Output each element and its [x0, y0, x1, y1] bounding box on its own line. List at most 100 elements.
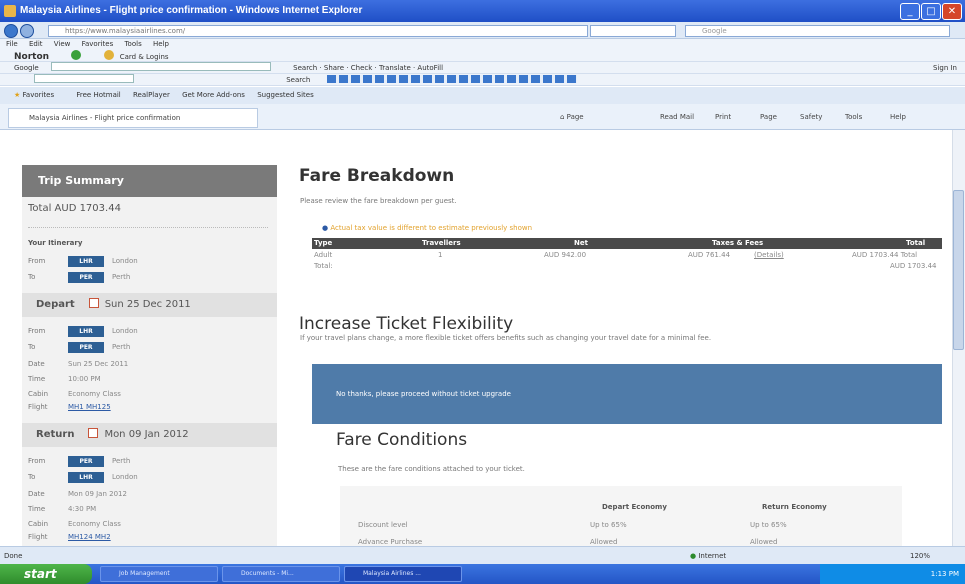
- favorites-star-icon: ★: [14, 91, 21, 99]
- return-to-city: London: [112, 473, 138, 481]
- scrollbar-thumb[interactable]: [953, 190, 964, 350]
- norton-label[interactable]: Norton: [14, 52, 49, 62]
- condition-label: Discount level: [358, 521, 408, 529]
- divider: [28, 227, 268, 228]
- google-label[interactable]: Google: [14, 64, 39, 72]
- flexibility-text: If your travel plans change, a more flex…: [300, 334, 712, 342]
- zoom-level[interactable]: 120%: [910, 547, 930, 565]
- return-title: Return: [36, 429, 75, 440]
- depart-date: Sun 25 Dec 2011: [104, 299, 191, 310]
- cmd-safety[interactable]: Safety: [800, 110, 822, 124]
- return-flight-link[interactable]: MH124 MH2: [68, 533, 111, 541]
- taskbar-malaysia-airlines[interactable]: Malaysia Airlines ...: [344, 566, 462, 582]
- return-flight-label: Flight: [28, 533, 48, 541]
- depart-cabin-value: Economy Class: [68, 390, 121, 398]
- identity-safe-icon: [103, 50, 114, 60]
- taskbar-documents[interactable]: Documents - Mi...: [222, 566, 340, 582]
- toolbar-search-field[interactable]: [34, 74, 134, 83]
- fav-suggested[interactable]: Suggested Sites: [257, 91, 314, 99]
- close-button[interactable]: ✕: [942, 3, 962, 20]
- trip-total: Total AUD 1703.44: [28, 203, 121, 214]
- return-date: Mon 09 Jan 2012: [104, 429, 189, 440]
- return-from-code: PER: [68, 456, 104, 467]
- minimize-button[interactable]: _: [900, 3, 920, 20]
- fav-realplayer[interactable]: RealPlayer: [133, 91, 170, 99]
- fare-breakdown-title: Fare Breakdown: [299, 166, 455, 186]
- tab-malaysia-airlines[interactable]: Malaysia Airlines - Flight price confirm…: [8, 108, 258, 128]
- address-tools[interactable]: [590, 25, 676, 37]
- depart-from-code: LHR: [68, 326, 104, 337]
- return-from-label: From: [28, 457, 46, 465]
- taskbar-job-management[interactable]: Job Management: [100, 566, 218, 582]
- cmd-read-mail[interactable]: Read Mail: [660, 110, 694, 124]
- fare-travellers: 1: [438, 251, 443, 259]
- url-field[interactable]: https://www.malaysiaairlines.com/: [48, 25, 588, 37]
- forward-button[interactable]: [20, 24, 34, 38]
- no-upgrade-button[interactable]: No thanks, please proceed without ticket…: [312, 364, 942, 424]
- fare-row: Adult 1 AUD 942.00 AUD 761.44 (Details) …: [312, 251, 942, 262]
- fare-conditions-subtitle: These are the fare conditions attached t…: [338, 465, 525, 473]
- status-text: Done: [4, 552, 23, 560]
- menu-bar: File Edit View Favorites Tools Help: [0, 39, 965, 50]
- menu-file[interactable]: File: [6, 40, 18, 48]
- system-tray: 1:13 PM: [820, 564, 965, 584]
- depart-flight-link[interactable]: MH1 MH125: [68, 403, 111, 411]
- depart-from-label: From: [28, 327, 46, 335]
- depart-date-label: Date: [28, 360, 45, 368]
- return-to-code: LHR: [68, 472, 104, 483]
- depart-date-value: Sun 25 Dec 2011: [68, 360, 129, 368]
- condition-depart: Allowed: [590, 538, 618, 546]
- menu-help[interactable]: Help: [153, 40, 169, 48]
- return-from-city: Perth: [112, 457, 131, 465]
- depart-title: Depart: [36, 299, 75, 310]
- menu-view[interactable]: View: [54, 40, 71, 48]
- col-travellers: Travellers: [422, 239, 461, 247]
- google-items[interactable]: Search · Share · Check · Translate · Aut…: [293, 64, 443, 72]
- condition-label: Advance Purchase: [358, 538, 423, 546]
- return-economy-header: Return Economy: [762, 503, 827, 511]
- cmd-page[interactable]: Page: [760, 110, 777, 124]
- from-code: LHR: [68, 256, 104, 267]
- norton-item[interactable]: Card & Logins: [120, 53, 169, 61]
- depart-economy-header: Depart Economy: [602, 503, 667, 511]
- col-net: Net: [574, 239, 588, 247]
- depart-time-label: Time: [28, 375, 46, 383]
- ie-icon: [4, 5, 16, 17]
- to-code: PER: [68, 272, 104, 283]
- start-button[interactable]: start: [0, 564, 92, 584]
- norton-toolbar: Norton Card & Logins: [0, 50, 965, 62]
- back-button[interactable]: [4, 24, 18, 38]
- window-title-bar: Malaysia Airlines - Flight price confirm…: [0, 0, 965, 22]
- menu-tools[interactable]: Tools: [124, 40, 141, 48]
- google-search-field[interactable]: [50, 62, 271, 71]
- depart-flight-label: Flight: [28, 403, 48, 411]
- cmd-help[interactable]: Help: [890, 110, 906, 124]
- depart-time-value: 10:00 PM: [68, 375, 101, 383]
- info-icon: ●: [322, 224, 329, 232]
- cmd-print[interactable]: Print: [715, 110, 731, 124]
- fav-addons[interactable]: Get More Add-ons: [182, 91, 245, 99]
- return-cabin-value: Economy Class: [68, 520, 121, 528]
- col-taxes: Taxes & Fees: [712, 239, 764, 247]
- maximize-button[interactable]: □: [921, 3, 941, 20]
- cmd-home-icon[interactable]: ⌂ Page: [560, 110, 584, 124]
- fav-hotmail[interactable]: Free Hotmail: [76, 91, 120, 99]
- favorites-button[interactable]: Favorites: [23, 91, 55, 99]
- search-input[interactable]: Google: [685, 25, 950, 37]
- menu-edit[interactable]: Edit: [29, 40, 43, 48]
- sign-in-link[interactable]: Sign In: [933, 62, 957, 74]
- fare-total-label: Total:: [314, 262, 333, 270]
- fare-details-link[interactable]: (Details): [754, 251, 784, 259]
- clock: 1:13 PM: [930, 570, 959, 578]
- to-label: To: [28, 273, 36, 281]
- menu-favorites[interactable]: Favorites: [82, 40, 114, 48]
- toolbar-icons[interactable]: [326, 75, 577, 83]
- cmd-tools[interactable]: Tools: [845, 110, 862, 124]
- to-city: Perth: [112, 273, 131, 281]
- fare-type: Adult: [314, 251, 333, 259]
- return-to-label: To: [28, 473, 36, 481]
- toolbar-search-label[interactable]: Search: [286, 76, 310, 84]
- return-time-value: 4:30 PM: [68, 505, 97, 513]
- fare-conditions-title: Fare Conditions: [336, 430, 468, 450]
- internet-zone: ● Internet: [690, 552, 727, 560]
